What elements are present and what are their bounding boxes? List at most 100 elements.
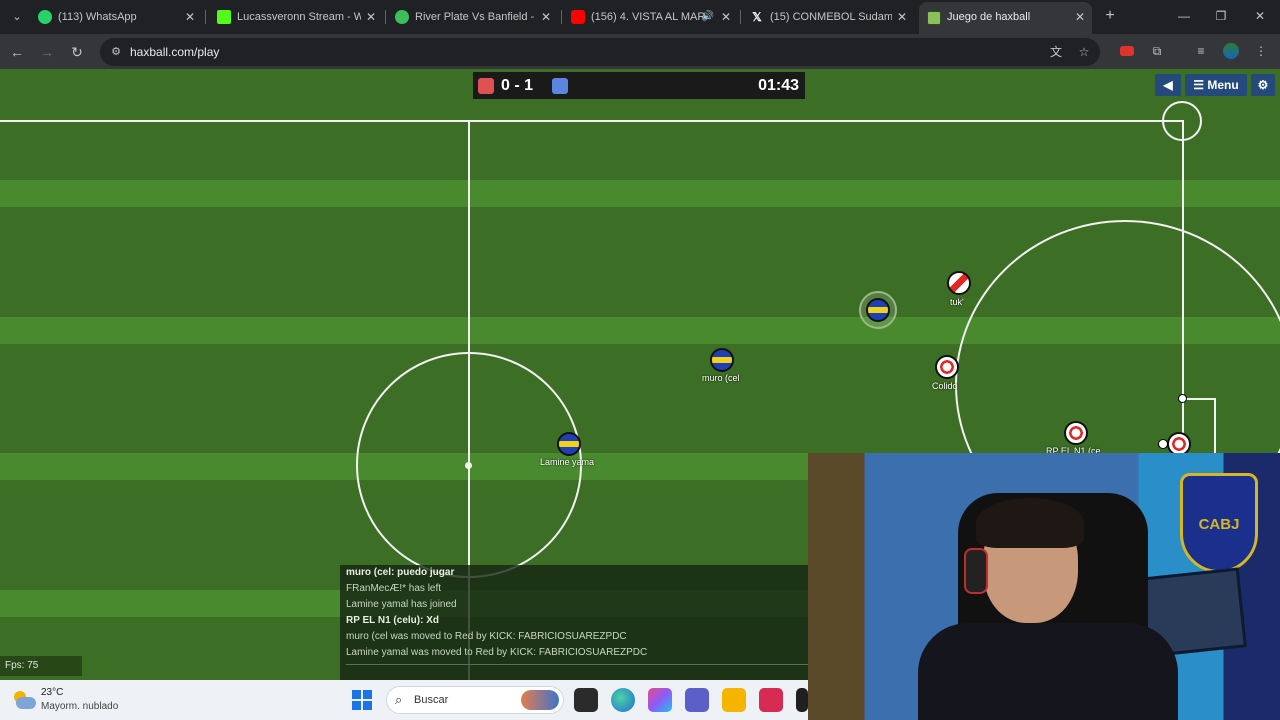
chat-message: Lamine yamal was moved to Red by KICK: F… xyxy=(346,647,648,658)
shield-text: CABJ xyxy=(1198,516,1240,533)
player-red-colido xyxy=(935,355,959,379)
close-window-button[interactable]: ✕ xyxy=(1247,6,1273,26)
tab-kick-stream[interactable]: Lucassveronn Stream - Wa ✕ xyxy=(209,4,383,30)
weather-cloud-sun-icon[interactable] xyxy=(12,689,36,711)
copilot-icon[interactable] xyxy=(648,688,672,712)
windows-start-icon[interactable] xyxy=(352,690,372,710)
tab-separator xyxy=(561,10,562,24)
player-name: tuk' xyxy=(950,297,964,307)
player-blue-lamine xyxy=(557,432,581,456)
center-spot xyxy=(465,462,472,469)
menu-label: Menu xyxy=(1207,78,1239,92)
forward-button[interactable]: → xyxy=(36,41,58,63)
player-blue-muro xyxy=(710,348,734,372)
chat-panel: muro (cel: puedo jugar FRanMecÆ!* has le… xyxy=(340,565,808,680)
extension-record-icon[interactable] xyxy=(1117,41,1137,61)
tab-whatsapp[interactable]: (113) WhatsApp ✕ xyxy=(30,4,202,30)
chat-message: muro (cel was moved to Red by KICK: FABR… xyxy=(346,631,627,642)
close-tab-icon[interactable]: ✕ xyxy=(540,4,552,30)
top-touchline xyxy=(0,120,1184,122)
extensions-puzzle-icon[interactable]: ⧉ xyxy=(1147,41,1167,61)
more-menu-icon[interactable]: ⋮ xyxy=(1251,41,1271,61)
boca-shield-logo: CABJ xyxy=(1180,473,1258,573)
task-view-icon[interactable] xyxy=(574,688,598,712)
reload-button[interactable]: ↻ xyxy=(66,41,88,63)
close-tab-icon[interactable]: ✕ xyxy=(1074,2,1086,32)
goal-post-icon xyxy=(1178,394,1187,403)
goal-post-top xyxy=(1182,398,1216,400)
player-name: Colido xyxy=(932,381,958,391)
search-icon: ⌕ xyxy=(395,692,403,707)
red-team-icon xyxy=(478,78,494,94)
tab-title: (113) WhatsApp xyxy=(58,11,137,23)
goal-net xyxy=(1214,398,1216,458)
tab-haxball[interactable]: Juego de haxball ✕ xyxy=(919,2,1092,34)
site-info-icon[interactable]: ⚙ xyxy=(108,44,124,60)
close-tab-icon[interactable]: ✕ xyxy=(184,4,196,30)
tab-youtube[interactable]: (156) 4. VISTA AL MAR 🔊 ✕ xyxy=(563,4,738,30)
restore-button[interactable]: ❐ xyxy=(1208,6,1234,26)
profile-avatar[interactable] xyxy=(1221,41,1241,61)
fps-counter: Fps: 75 xyxy=(0,656,82,676)
tab-conmebol-x[interactable]: 𝕏 (15) CONMEBOL Sudamer ✕ xyxy=(742,4,914,30)
score-text: 0 - 1 xyxy=(501,77,534,94)
sound-toggle-button[interactable]: ◀ xyxy=(1155,74,1181,96)
field-stripe xyxy=(0,180,1280,207)
tab-separator xyxy=(385,10,386,24)
menu-button[interactable]: ☰ Menu xyxy=(1185,74,1247,96)
webcam-overlay: CABJ xyxy=(808,453,1280,720)
player-name: muro (cel xyxy=(702,373,740,383)
search-highlight-image xyxy=(521,690,559,710)
hamburger-icon: ☰ xyxy=(1193,78,1208,92)
player-red-rp xyxy=(1064,421,1088,445)
close-tab-icon[interactable]: ✕ xyxy=(896,4,908,30)
speaker-icon[interactable]: 🔊 xyxy=(702,4,714,30)
translate-icon[interactable]: 文 xyxy=(1048,44,1064,60)
scoreboard: 0 - 1 01:43 xyxy=(473,72,805,99)
person-hair xyxy=(976,498,1084,548)
taskbar-search-box[interactable]: ⌕ Buscar xyxy=(386,686,564,714)
minimize-button[interactable]: — xyxy=(1171,6,1197,26)
url-text[interactable]: haxball.com/play xyxy=(130,38,219,66)
edge-browser-icon[interactable] xyxy=(611,688,635,712)
tab-title: Juego de haxball xyxy=(947,11,1031,23)
new-tab-button[interactable]: + xyxy=(1100,6,1120,26)
tab-title: Lucassveronn Stream - Wa xyxy=(237,11,361,23)
settings-gear-button[interactable]: ⚙ xyxy=(1251,74,1275,96)
address-bar[interactable]: ⚙ haxball.com/play 文 ☆ xyxy=(100,38,1100,66)
bookmark-star-icon[interactable]: ☆ xyxy=(1076,44,1092,60)
browser-toolbar: ← → ↻ ⚙ haxball.com/play 文 ☆ ⧉ ≡ ⋮ xyxy=(0,34,1280,69)
media-control-icon[interactable]: ≡ xyxy=(1191,41,1211,61)
chat-input[interactable] xyxy=(346,664,808,676)
youtube-icon xyxy=(571,10,585,24)
chat-message: FRanMecÆ!* has left xyxy=(346,583,442,594)
back-button[interactable]: ← xyxy=(6,41,28,63)
player-red-tuk xyxy=(947,271,971,295)
windows-taskbar: 23°C Mayorm. nublado ⌕ Buscar xyxy=(0,680,808,720)
close-tab-icon[interactable]: ✕ xyxy=(720,4,732,30)
browser-tab-strip: ⌄ (113) WhatsApp ✕ Lucassveronn Stream -… xyxy=(0,0,1280,34)
file-explorer-icon[interactable] xyxy=(722,688,746,712)
kick-icon xyxy=(217,10,231,24)
player-blue-self xyxy=(866,298,890,322)
teams-icon[interactable] xyxy=(685,688,709,712)
haxball-icon xyxy=(927,11,941,25)
chat-message: RP EL N1 (celu): Xd xyxy=(346,615,439,626)
tab-title: (15) CONMEBOL Sudamer xyxy=(770,11,892,23)
headset-icon xyxy=(964,548,988,594)
x-logo-icon: 𝕏 xyxy=(752,10,762,24)
weather-temperature[interactable]: 23°C xyxy=(41,687,63,698)
chat-message: Lamine yamal has joined xyxy=(346,599,457,610)
ball xyxy=(1158,439,1168,449)
tab-title: River Plate Vs Banfield - Re xyxy=(415,11,536,23)
corner-arc xyxy=(1162,101,1202,141)
app-icon[interactable] xyxy=(796,688,808,712)
tab-separator xyxy=(205,10,206,24)
game-clock: 01:43 xyxy=(758,77,799,94)
tab-river-banfield[interactable]: River Plate Vs Banfield - Re ✕ xyxy=(387,4,558,30)
tab-separator xyxy=(740,10,741,24)
weather-description[interactable]: Mayorm. nublado xyxy=(41,701,118,712)
tab-search-icon[interactable]: ⌄ xyxy=(6,6,28,28)
app-icon[interactable] xyxy=(759,688,783,712)
close-tab-icon[interactable]: ✕ xyxy=(365,4,377,30)
